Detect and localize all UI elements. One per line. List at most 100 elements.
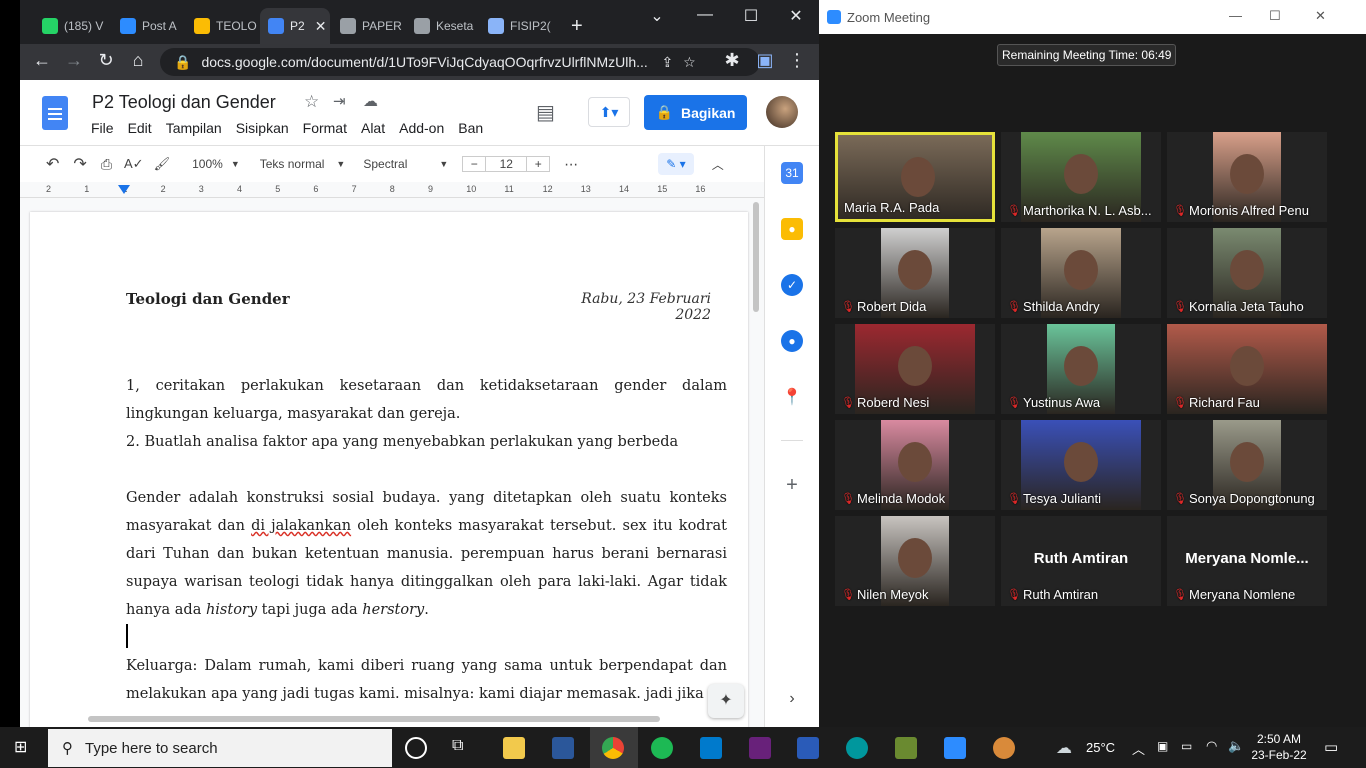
zoom-taskbar-icon[interactable] xyxy=(944,737,966,759)
wifi-icon[interactable]: ◠ xyxy=(1206,738,1217,754)
participant-tile[interactable]: Ruth Amtiran 🎙 Ruth Amtiran xyxy=(1001,516,1161,606)
taskbar-search[interactable]: ⚲ Type here to search xyxy=(48,729,392,767)
zoom-select[interactable]: 100% xyxy=(192,157,223,171)
maximize-button[interactable]: ☐ xyxy=(1269,8,1281,24)
collapse-menu-icon[interactable]: ︿ xyxy=(712,156,724,173)
browser-tab[interactable]: P2 ✕ xyxy=(260,8,330,44)
word-icon[interactable] xyxy=(552,737,574,759)
participant-tile[interactable]: Meryana Nomle... 🎙 Meryana Nomlene xyxy=(1167,516,1327,606)
participant-tile[interactable]: 🎙 Tesya Julianti xyxy=(1001,420,1161,510)
menu-item[interactable]: Alat xyxy=(361,120,385,136)
menu-item[interactable]: Add-on xyxy=(399,120,444,136)
decrease-font-button[interactable]: − xyxy=(462,156,487,172)
minimize-button[interactable]: — xyxy=(690,6,720,24)
forward-icon[interactable]: → xyxy=(62,50,86,71)
document-page[interactable]: Teologi dan Gender Rabu, 23 Februari 202… xyxy=(30,212,748,727)
explore-icon[interactable]: ✦ xyxy=(708,684,744,718)
volume-icon[interactable]: 🔈 xyxy=(1228,738,1244,754)
keep-icon[interactable]: ● xyxy=(781,218,803,240)
reload-icon[interactable]: ↻ xyxy=(94,50,118,71)
visual-studio-icon[interactable] xyxy=(749,737,771,759)
horizontal-scrollbar[interactable] xyxy=(88,716,660,722)
close-button[interactable]: ✕ xyxy=(1315,8,1326,24)
spelling-error[interactable]: di jalakankan xyxy=(251,518,351,534)
maps-icon[interactable]: 📍 xyxy=(781,386,803,408)
task-view-icon[interactable]: ⧉ xyxy=(452,737,474,759)
battery-icon[interactable]: ▭ xyxy=(1181,739,1192,753)
menu-item[interactable]: Tampilan xyxy=(166,120,222,136)
participant-tile[interactable]: 🎙 Yustinus Awa xyxy=(1001,324,1161,414)
participant-tile[interactable]: 🎙 Melinda Modok xyxy=(835,420,995,510)
home-icon[interactable]: ⌂ xyxy=(126,50,150,71)
app-icon[interactable] xyxy=(895,737,917,759)
increase-font-button[interactable]: + xyxy=(526,156,551,172)
browser-tab[interactable]: (185) V xyxy=(34,8,112,44)
participant-tile[interactable]: Maria R.A. Pada xyxy=(835,132,995,222)
participant-tile[interactable]: 🎙 Marthorika N. L. Asb... xyxy=(1001,132,1161,222)
style-select[interactable]: Teks normal xyxy=(260,157,325,171)
editing-mode-button[interactable]: ✎ ▾ xyxy=(658,153,694,175)
cloud-status-icon[interactable]: ☁ xyxy=(363,92,378,110)
add-addon-icon[interactable]: + xyxy=(781,474,803,496)
menu-item[interactable]: Sisipkan xyxy=(236,120,289,136)
participant-tile[interactable]: 🎙 Robert Dida xyxy=(835,228,995,318)
arduino-icon[interactable] xyxy=(846,737,868,759)
menu-item[interactable]: File xyxy=(91,120,114,136)
comment-history-icon[interactable]: ▤ xyxy=(536,100,555,125)
share-page-icon[interactable]: ⇪ xyxy=(661,54,673,71)
notification-icon[interactable]: ▭ xyxy=(1324,738,1338,756)
isis-icon[interactable] xyxy=(797,737,819,759)
docs-logo-icon[interactable] xyxy=(42,96,68,130)
browser-tab[interactable]: PAPER xyxy=(332,8,404,44)
participant-tile[interactable]: 🎙 Morionis Alfred Penu xyxy=(1167,132,1327,222)
back-icon[interactable]: ← xyxy=(30,50,54,71)
tray-chevron-icon[interactable]: ︿ xyxy=(1132,739,1145,758)
avatar[interactable] xyxy=(766,96,798,128)
extensions-icon[interactable]: ✱ xyxy=(720,50,744,71)
menu-item[interactable]: Edit xyxy=(128,120,152,136)
bookmark-star-icon[interactable]: ☆ xyxy=(683,54,696,71)
paint-icon[interactable] xyxy=(993,737,1015,759)
windows-start-icon[interactable]: ⊞ xyxy=(14,739,32,757)
participant-tile[interactable]: 🎙 Nilen Meyok xyxy=(835,516,995,606)
weather-icon[interactable]: ☁ xyxy=(1056,738,1072,758)
menu-item[interactable]: Ban xyxy=(458,120,483,136)
participant-tile[interactable]: 🎙 Richard Fau xyxy=(1167,324,1327,414)
browser-tab[interactable]: TEOLO xyxy=(186,8,258,44)
font-size-input[interactable]: 12 xyxy=(486,156,527,172)
cortana-icon[interactable] xyxy=(405,737,427,759)
participant-tile[interactable]: 🎙 Roberd Nesi xyxy=(835,324,995,414)
print-icon[interactable]: ⎙ xyxy=(101,156,112,173)
vertical-scrollbar[interactable] xyxy=(753,202,759,312)
new-tab-button[interactable]: + xyxy=(563,8,591,44)
chrome-menu-icon[interactable]: ⋮ xyxy=(785,50,809,71)
share-button[interactable]: 🔒 Bagikan xyxy=(644,95,747,130)
vscode-icon[interactable] xyxy=(700,737,722,759)
minimize-button[interactable]: — xyxy=(1229,8,1242,23)
spotify-icon[interactable] xyxy=(651,737,673,759)
clock[interactable]: 2:50 AM 23-Feb-22 xyxy=(1250,731,1308,763)
move-folder-icon[interactable]: ⇥ xyxy=(333,92,346,110)
spellcheck-icon[interactable]: A✓ xyxy=(124,156,144,172)
meet-now-icon[interactable]: ▣ xyxy=(1157,739,1168,753)
menu-item[interactable]: Format xyxy=(303,120,347,136)
address-bar[interactable]: 🔒 docs.google.com/document/d/1UTo9FViJqC… xyxy=(160,48,760,76)
tasks-icon[interactable]: ✓ xyxy=(781,274,803,296)
more-options-icon[interactable]: ⋯ xyxy=(564,156,578,173)
close-tab-icon[interactable]: ✕ xyxy=(315,18,327,35)
tab-search-icon[interactable]: ⌄ xyxy=(642,6,672,26)
indent-marker[interactable] xyxy=(118,185,130,194)
participant-tile[interactable]: 🎙 Sthilda Andry xyxy=(1001,228,1161,318)
participant-tile[interactable]: 🎙 Kornalia Jeta Tauho xyxy=(1167,228,1327,318)
chrome-icon[interactable] xyxy=(602,737,624,759)
undo-icon[interactable]: ↶ xyxy=(46,154,59,174)
document-title[interactable]: P2 Teologi dan Gender xyxy=(92,92,276,113)
close-button[interactable]: ✕ xyxy=(781,6,811,26)
browser-tab[interactable]: FISIP2( xyxy=(480,8,556,44)
file-explorer-icon[interactable] xyxy=(503,737,525,759)
weather-temp[interactable]: 25°C xyxy=(1086,740,1115,755)
star-icon[interactable]: ☆ xyxy=(304,92,319,112)
font-select[interactable]: Spectral xyxy=(363,157,407,171)
participant-tile[interactable]: 🎙 Sonya Dopongtonung xyxy=(1167,420,1327,510)
cast-icon[interactable]: ▣ xyxy=(753,50,777,71)
